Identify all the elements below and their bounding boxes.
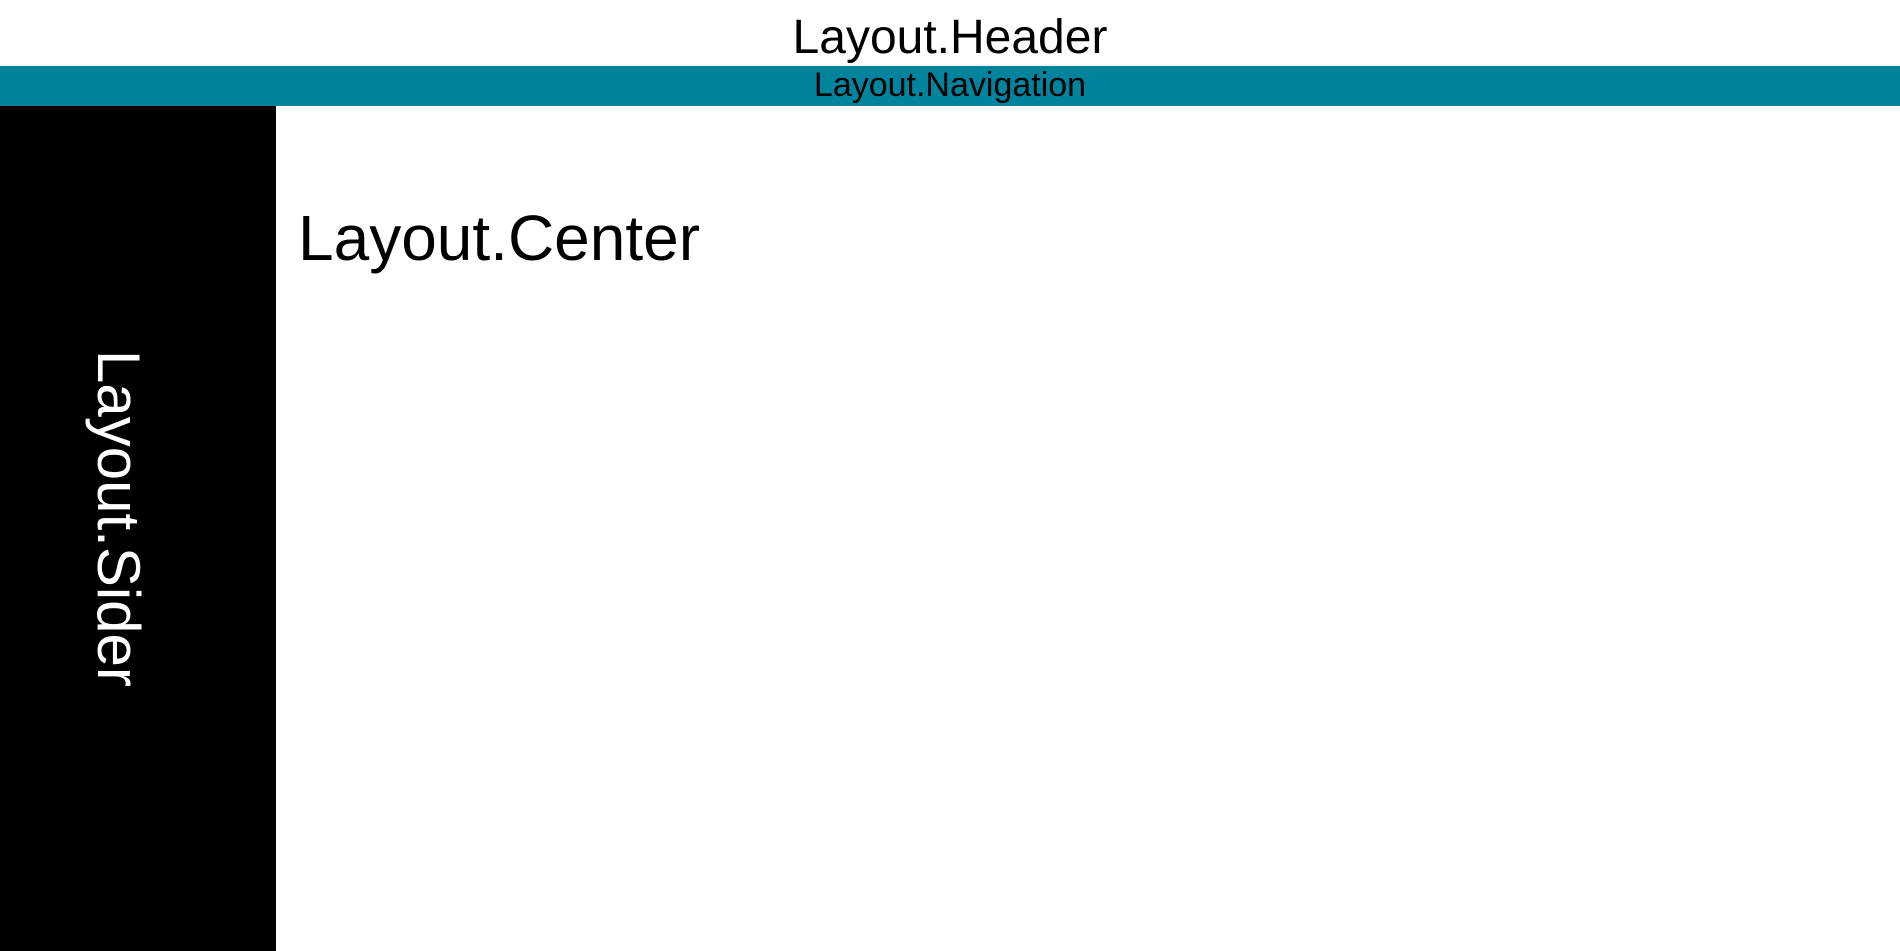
navigation-title: Layout.Navigation (813, 66, 1087, 104)
layout-sider: Layout.Sider (0, 106, 276, 951)
header-title: Layout.Header (792, 11, 1108, 64)
layout-center: Layout.Center (276, 106, 1900, 951)
center-title: Layout.Center (298, 202, 701, 274)
layout-header: Layout.Header (0, 0, 1900, 66)
layout-navigation: Layout.Navigation (0, 66, 1900, 106)
sider-title: Layout.Sider (85, 350, 152, 687)
layout-root: Layout.Header Layout.Navigation Layout.S… (0, 0, 1900, 951)
